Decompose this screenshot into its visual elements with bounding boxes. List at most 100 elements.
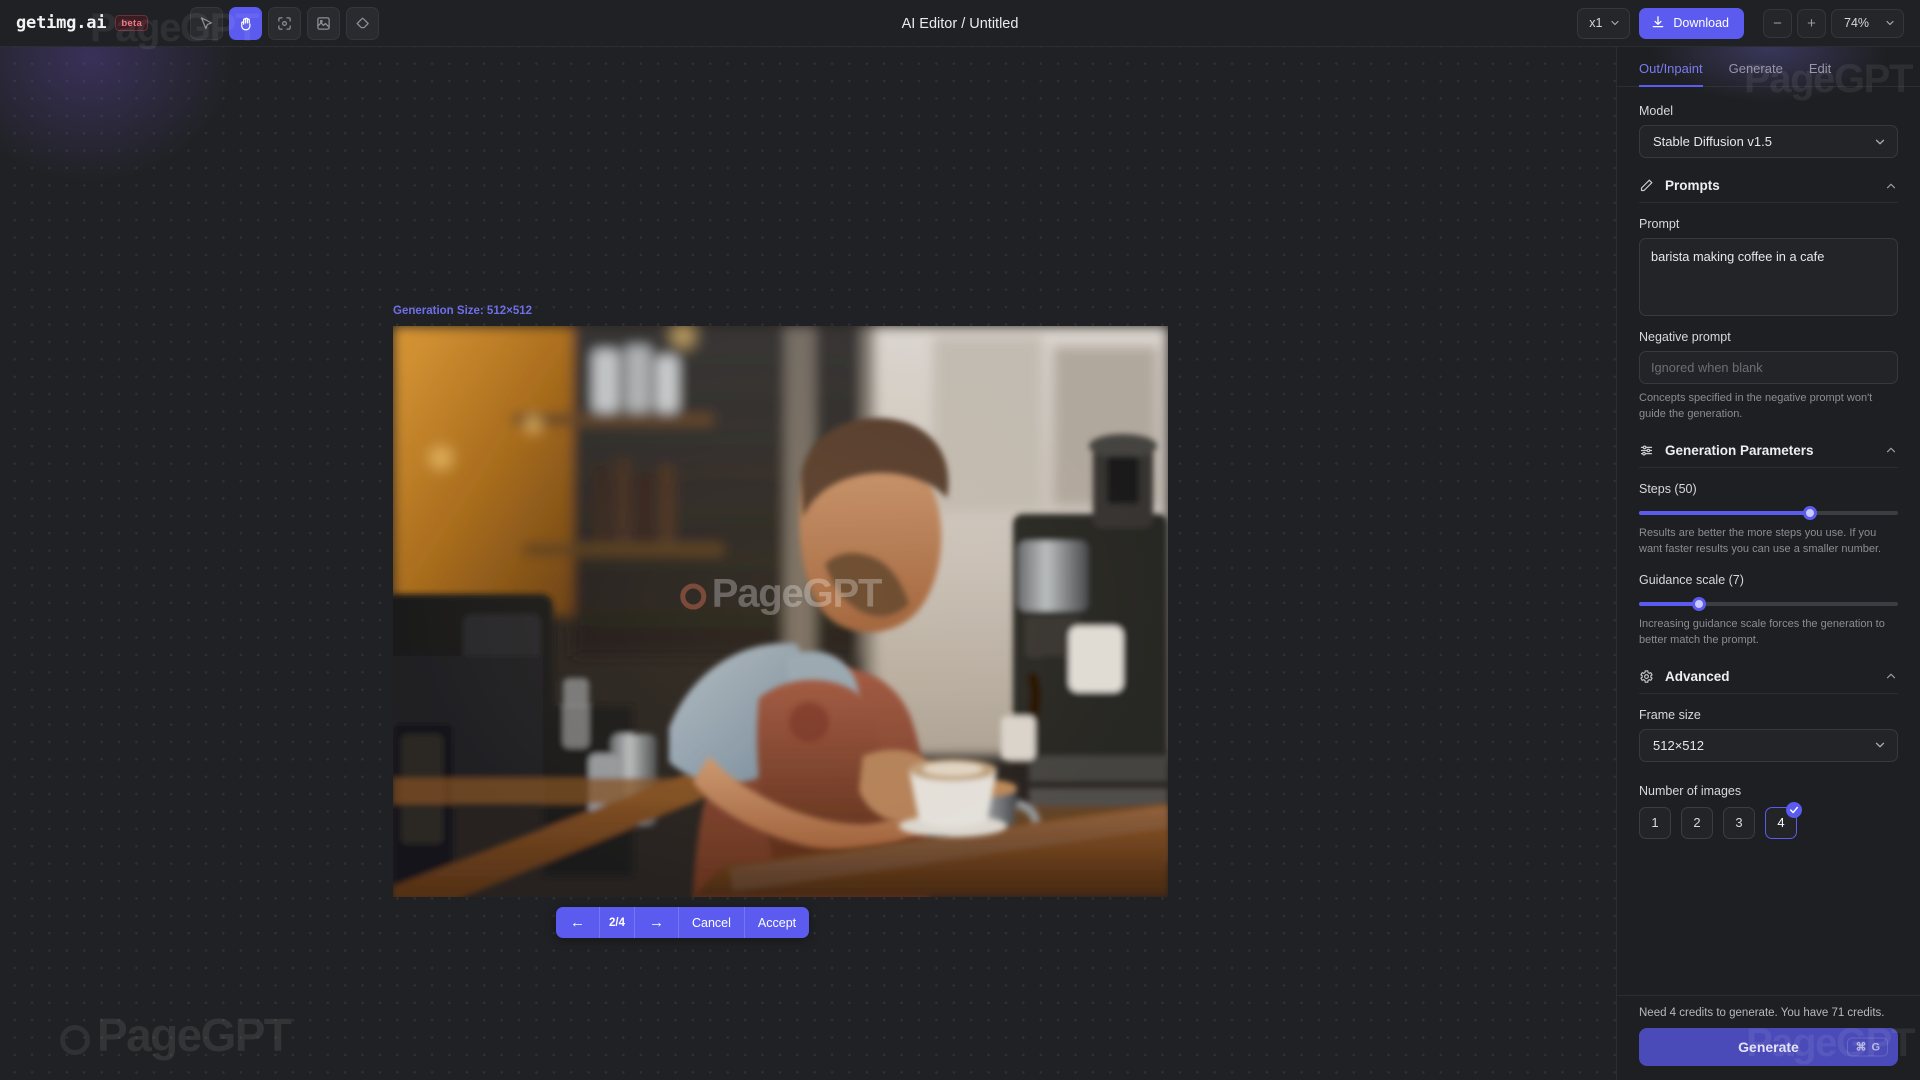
number-option-4[interactable]: 4 xyxy=(1765,801,1802,839)
generate-label: Generate xyxy=(1738,1039,1799,1055)
model-label: Model xyxy=(1639,104,1674,118)
editor-canvas[interactable]: Generation Size: 512×512 PageGPT ← 2/4 →… xyxy=(0,47,1616,1080)
generation-parameter-fields: Steps (50) Results are better the more s… xyxy=(1617,482,1920,649)
chevron-down-icon xyxy=(1873,738,1887,752)
pencil-icon xyxy=(1639,178,1654,193)
frame-tool-button[interactable] xyxy=(268,6,302,40)
beta-badge: beta xyxy=(115,15,149,31)
zoom-out-button[interactable]: − xyxy=(1763,8,1792,38)
generate-button[interactable]: Generate ⌘ G xyxy=(1639,1028,1898,1066)
shortcut-key: G xyxy=(1871,1041,1880,1053)
zoom-in-button[interactable]: + xyxy=(1797,8,1826,38)
tab-out-inpaint[interactable]: Out/Inpaint xyxy=(1639,61,1703,87)
advanced-section-header[interactable]: Advanced xyxy=(1617,669,1920,693)
advanced-fields: Frame size 512×512 Number of images 1 2 … xyxy=(1617,708,1920,839)
number-of-images-label: Number of images xyxy=(1639,783,1742,798)
generation-parameters-title: Generation Parameters xyxy=(1665,442,1814,458)
number-option-2[interactable]: 2 xyxy=(1681,806,1713,839)
watermark-canvas-text: PageGPT xyxy=(97,1009,292,1061)
number-option-1[interactable]: 1 xyxy=(1639,806,1671,839)
generation-counter: 2/4 xyxy=(600,907,635,938)
sliders-icon xyxy=(1639,443,1654,458)
chevron-down-icon xyxy=(1873,135,1887,149)
plus-icon: + xyxy=(1807,14,1816,32)
header-right-controls: x1 Download − + 74% xyxy=(1577,7,1920,39)
zoom-controls: − + 74% xyxy=(1763,8,1904,38)
minus-icon: − xyxy=(1773,14,1782,32)
advanced-divider xyxy=(1639,692,1898,694)
download-label: Download xyxy=(1673,16,1729,30)
generated-image-art xyxy=(393,326,1168,897)
generation-nav-pill: ← 2/4 → Cancel Accept xyxy=(556,907,810,938)
watermark-ring-icon xyxy=(60,1025,90,1055)
steps-label: Steps (50) xyxy=(1639,481,1697,496)
number-option-4-label: 4 xyxy=(1777,815,1785,831)
chevron-up-icon[interactable] xyxy=(1884,443,1898,457)
eraser-tool-button[interactable] xyxy=(346,6,380,40)
zoom-level-value: 74% xyxy=(1844,16,1870,30)
accept-button[interactable]: Accept xyxy=(745,907,809,938)
check-icon xyxy=(1786,801,1802,818)
tab-generate[interactable]: Generate xyxy=(1729,61,1783,87)
image-tool-button[interactable] xyxy=(307,6,341,40)
panel-content: Model Stable Diffusion v1.5 Prompts Prom… xyxy=(1617,87,1920,1080)
next-generation-button[interactable]: → xyxy=(635,907,679,938)
prompts-divider xyxy=(1639,202,1898,203)
model-section: Model Stable Diffusion v1.5 xyxy=(1617,87,1920,158)
brand-name: getimg.ai xyxy=(16,13,107,33)
steps-slider-knob[interactable] xyxy=(1802,505,1817,520)
model-value: Stable Diffusion v1.5 xyxy=(1653,134,1772,149)
editor-body: Generation Size: 512×512 PageGPT ← 2/4 →… xyxy=(0,47,1920,1080)
zoom-level-select[interactable]: 74% xyxy=(1831,8,1904,38)
tab-edit[interactable]: Edit xyxy=(1809,61,1831,87)
chevron-up-icon[interactable] xyxy=(1884,669,1898,683)
image-icon xyxy=(316,16,331,31)
prev-generation-button[interactable]: ← xyxy=(556,907,600,938)
panel-footer: Need 4 credits to generate. You have 71 … xyxy=(1617,995,1920,1080)
prompt-label: Prompt xyxy=(1639,217,1680,231)
chevron-down-icon xyxy=(1609,17,1621,29)
generation-parameters-header[interactable]: Generation Parameters xyxy=(1617,443,1920,467)
guidance-scale-label: Guidance scale (7) xyxy=(1639,572,1744,587)
hand-tool-button[interactable] xyxy=(229,6,263,40)
generation-frame[interactable]: Generation Size: 512×512 PageGPT xyxy=(393,305,1168,897)
frame-size-select[interactable]: 512×512 xyxy=(1639,728,1898,762)
model-select[interactable]: Stable Diffusion v1.5 xyxy=(1639,125,1898,158)
advanced-title: Advanced xyxy=(1665,668,1730,684)
generation-size-label: Generation Size: 512×512 xyxy=(393,305,533,317)
gear-icon xyxy=(1639,669,1654,684)
scale-select[interactable]: x1 xyxy=(1577,7,1631,39)
prompt-input[interactable]: barista making coffee in a cafe xyxy=(1639,238,1898,316)
prompts-title: Prompts xyxy=(1665,178,1720,193)
chevron-down-icon xyxy=(1884,17,1896,29)
download-button[interactable]: Download xyxy=(1639,7,1744,39)
prompts-section-header[interactable]: Prompts xyxy=(1617,178,1920,202)
steps-slider-fill xyxy=(1639,510,1810,515)
cursor-icon xyxy=(199,16,214,31)
number-option-3[interactable]: 3 xyxy=(1723,806,1755,839)
guidance-slider-knob[interactable] xyxy=(1691,596,1706,611)
generated-image[interactable]: PageGPT xyxy=(393,326,1168,897)
negative-prompt-hint: Concepts specified in the negative promp… xyxy=(1639,392,1873,420)
prompt-fields: Prompt barista making coffee in a cafe N… xyxy=(1617,217,1920,423)
steps-slider[interactable] xyxy=(1639,505,1898,520)
canvas-glow xyxy=(0,47,240,187)
brand: getimg.ai beta xyxy=(0,13,149,33)
ai-editor-app: PageGPT getimg.ai beta AI Editor / Untit… xyxy=(0,0,1920,1080)
frame-size-value: 512×512 xyxy=(1653,737,1704,753)
guidance-scale-slider[interactable] xyxy=(1639,596,1898,611)
cancel-button[interactable]: Cancel xyxy=(679,907,745,938)
tool-group xyxy=(190,6,380,40)
guidance-slider-fill xyxy=(1639,601,1699,606)
frame-size-label: Frame size xyxy=(1639,707,1701,722)
generation-parameters-divider xyxy=(1639,466,1898,468)
steps-hint: Results are better the more steps you us… xyxy=(1639,526,1882,555)
watermark-canvas: PageGPT xyxy=(60,1008,292,1062)
guidance-scale-hint: Increasing guidance scale forces the gen… xyxy=(1639,617,1885,646)
eraser-icon xyxy=(355,16,370,31)
negative-prompt-placeholder: Ignored when blank xyxy=(1651,360,1763,375)
negative-prompt-input[interactable]: Ignored when blank xyxy=(1639,351,1898,384)
cursor-tool-button[interactable] xyxy=(190,6,224,40)
download-icon xyxy=(1651,15,1665,32)
chevron-up-icon[interactable] xyxy=(1884,179,1898,193)
